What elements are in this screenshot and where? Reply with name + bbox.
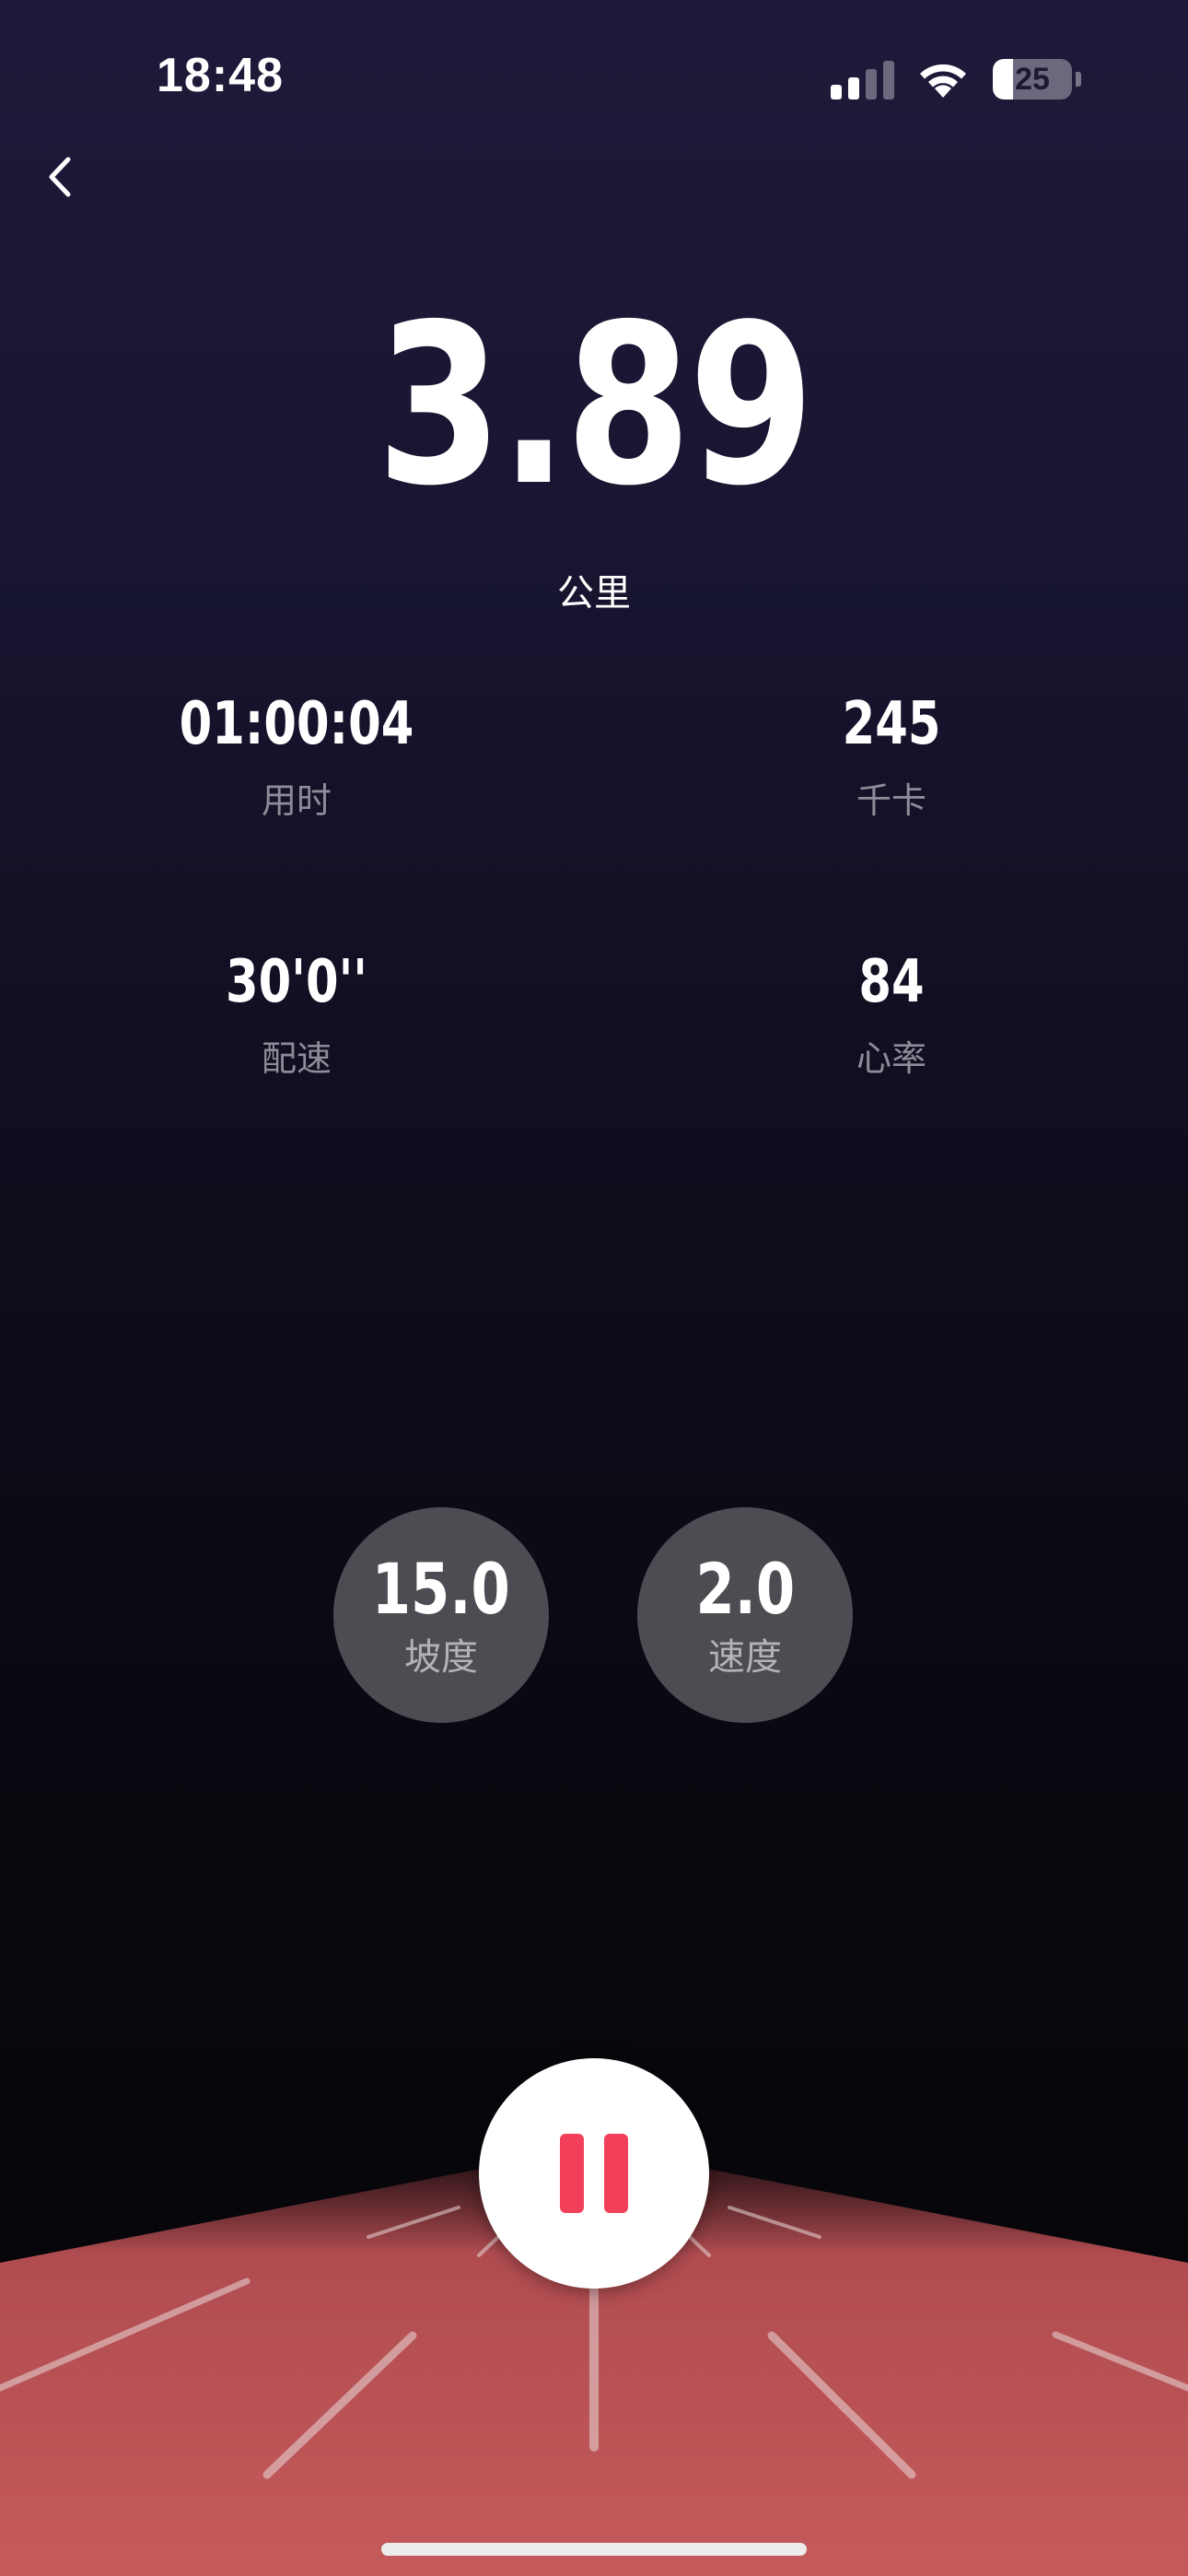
wifi-icon bbox=[920, 64, 966, 98]
heart-rate-label: 心率 bbox=[856, 1038, 926, 1079]
chevron-left-icon bbox=[49, 157, 71, 197]
speed-value: 2.0 bbox=[695, 1548, 795, 1630]
distance-unit: 公里 bbox=[557, 572, 631, 615]
incline-control[interactable]: 15.0 坡度 bbox=[333, 1507, 549, 1723]
signal-icon bbox=[831, 61, 894, 100]
pause-icon bbox=[560, 2134, 628, 2213]
status-time: 18:48 bbox=[157, 49, 284, 102]
speed-label: 速度 bbox=[708, 1636, 782, 1679]
battery-body: 25 bbox=[993, 59, 1072, 100]
pause-button[interactable] bbox=[479, 2058, 709, 2289]
battery-level: 25 bbox=[1015, 61, 1050, 97]
battery-icon: 25 bbox=[993, 58, 1085, 100]
battery-cap bbox=[1076, 72, 1081, 87]
stat-pace: 30'0'' 配速 bbox=[131, 947, 462, 1082]
pace-value: 30'0'' bbox=[226, 948, 367, 1016]
pace-label: 配速 bbox=[261, 1038, 332, 1079]
calories-value: 245 bbox=[842, 690, 941, 758]
status-icons: 25 bbox=[831, 57, 1085, 101]
back-button[interactable] bbox=[31, 147, 90, 206]
incline-label: 坡度 bbox=[404, 1636, 478, 1679]
workout-screen: 18:48 25 3.89 公里 01:00:04 用时 245 千卡 30'0… bbox=[0, 0, 1188, 2576]
stat-duration: 01:00:04 用时 bbox=[131, 689, 462, 824]
distance-value: 3.89 bbox=[376, 276, 815, 534]
heart-rate-value: 84 bbox=[858, 948, 925, 1016]
home-indicator[interactable] bbox=[381, 2543, 807, 2556]
stat-heart-rate: 84 心率 bbox=[726, 947, 1057, 1082]
pause-bar-left bbox=[560, 2134, 584, 2213]
incline-value: 15.0 bbox=[371, 1548, 510, 1630]
pause-bar-right bbox=[604, 2134, 628, 2213]
calories-label: 千卡 bbox=[856, 780, 926, 821]
speed-control[interactable]: 2.0 速度 bbox=[637, 1507, 853, 1723]
duration-label: 用时 bbox=[261, 780, 332, 821]
stat-calories: 245 千卡 bbox=[726, 689, 1057, 824]
duration-value: 01:00:04 bbox=[179, 690, 414, 758]
